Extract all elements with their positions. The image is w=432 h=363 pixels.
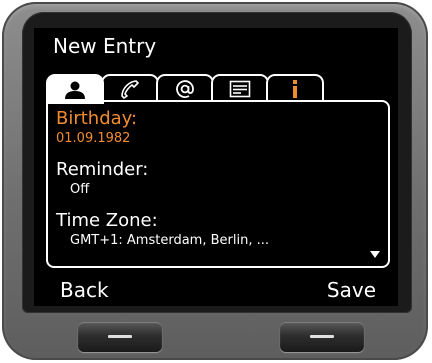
phone-handset-icon [120,79,140,99]
at-icon [175,79,195,99]
contact-card-icon [229,80,251,98]
reminder-value[interactable]: Off [70,182,89,197]
left-display-key[interactable] [78,322,162,352]
birthday-label[interactable]: Birthday: [56,108,137,129]
page-title: New Entry [53,34,157,58]
softkey-save[interactable]: Save [327,278,376,302]
tab-info[interactable] [266,74,324,102]
softkey-back[interactable]: Back [60,278,109,302]
info-icon [289,79,301,99]
timezone-label[interactable]: Time Zone: [56,210,158,231]
scroll-down-icon[interactable] [370,251,380,258]
dash-icon [310,335,334,338]
birthday-value[interactable]: 01.09.1982 [56,131,130,146]
tab-card[interactable] [211,74,269,102]
right-display-key[interactable] [280,322,364,352]
person-icon [64,81,86,99]
tab-email[interactable] [156,74,214,102]
dash-icon [108,335,132,338]
display-screen: New Entry Birthday: 01.09.1982 Reminder:… [34,28,398,306]
entry-panel: Birthday: 01.09.1982 Reminder: Off Time … [46,100,390,268]
phone-device: New Entry Birthday: 01.09.1982 Reminder:… [2,2,428,360]
reminder-label[interactable]: Reminder: [56,159,148,180]
timezone-value[interactable]: GMT+1: Amsterdam, Berlin, ... [70,233,269,248]
tab-person[interactable] [46,74,104,104]
tab-phone[interactable] [101,74,159,102]
